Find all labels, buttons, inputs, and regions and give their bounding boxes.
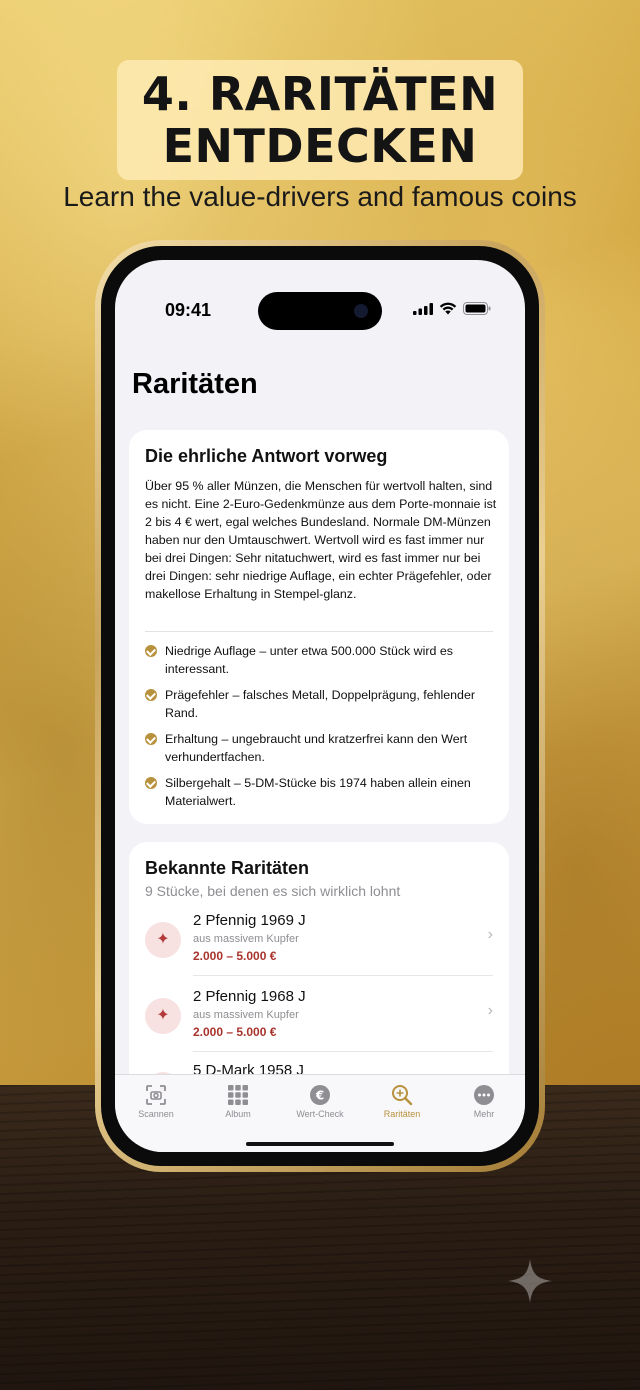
value-driver-text: Niedrige Auflage – unter etwa 500.000 St…	[165, 644, 453, 676]
camera-icon	[354, 304, 368, 318]
honest-answer-title: Die ehrliche Antwort vorweg	[145, 446, 388, 466]
check-icon	[145, 689, 157, 701]
known-rarities-title: Bekannte Raritäten	[145, 858, 310, 878]
tab-scannen[interactable]: Scannen	[115, 1083, 197, 1119]
check-icon	[145, 733, 157, 745]
value-driver-text: Silbergehalt – 5-DM-Stücke bis 1974 habe…	[165, 776, 471, 808]
sparkle-watermark-icon	[508, 1259, 552, 1303]
wifi-icon	[439, 302, 457, 315]
promo-subtitle: Learn the value-drivers and famous coins	[63, 181, 577, 212]
status-time: 09:41	[165, 300, 212, 320]
promo-title-line-2: ENTDECKEN	[162, 119, 478, 173]
row-divider	[193, 1051, 493, 1052]
more-icon	[474, 1085, 494, 1105]
check-icon	[145, 777, 157, 789]
magnifier-icon	[392, 1085, 413, 1106]
dynamic-island	[258, 292, 382, 330]
tab-label: Wert-Check	[296, 1109, 344, 1119]
chevron-right-icon: ›	[487, 926, 493, 943]
status-icons	[413, 302, 491, 315]
divider	[145, 631, 493, 632]
rarity-name: 2 Pfennig 1969 J	[193, 912, 306, 929]
value-driver-item: Niedrige Auflage – unter etwa 500.000 St…	[145, 642, 499, 678]
tab-label: Raritäten	[383, 1109, 421, 1119]
tab-label: Mehr	[473, 1109, 495, 1119]
promo-title-line-1: 4. RARITÄTEN	[141, 67, 499, 121]
value-driver-text: Erhaltung – ungebraucht und kratzerfrei …	[165, 732, 468, 764]
tab-bar: Scannen Album € Wert-Check Raritäten Meh…	[115, 1074, 525, 1152]
tab-label: Album	[225, 1109, 251, 1119]
tab-album[interactable]: Album	[197, 1083, 279, 1119]
honest-answer-card: Die ehrliche Antwort vorweg Über 95 % al…	[129, 430, 509, 824]
row-divider	[193, 975, 493, 976]
value-driver-list: Niedrige Auflage – unter etwa 500.000 St…	[145, 642, 499, 818]
phone-frame: 09:41 Raritäten Die ehrliche Antwort vor…	[95, 240, 545, 1172]
sparkle-icon: ✦	[145, 922, 181, 958]
home-indicator	[246, 1142, 394, 1146]
grid-icon	[228, 1085, 248, 1105]
value-driver-item: Erhaltung – ungebraucht und kratzerfrei …	[145, 730, 499, 766]
rarity-name: 2 Pfennig 1968 J	[193, 988, 306, 1005]
honest-answer-body: Über 95 % aller Münzen, die Menschen für…	[145, 479, 497, 601]
tab-raritaeten[interactable]: Raritäten	[361, 1083, 443, 1119]
promo-title-box: 4. RARITÄTEN ENTDECKEN	[117, 60, 523, 180]
phone-screen: 09:41 Raritäten Die ehrliche Antwort vor…	[115, 260, 525, 1152]
signal-icon	[413, 302, 433, 315]
value-driver-item: Prägefehler – falsches Metall, Doppelprä…	[145, 686, 499, 722]
tab-label: Scannen	[138, 1109, 174, 1119]
rarity-material: aus massivem Kupfer	[193, 933, 299, 945]
chevron-right-icon: ›	[487, 1002, 493, 1019]
sparkle-icon: ✦	[145, 998, 181, 1034]
tab-mehr[interactable]: Mehr	[443, 1083, 525, 1119]
tab-wert-check[interactable]: € Wert-Check	[279, 1083, 361, 1119]
rarity-price: 2.000 – 5.000 €	[193, 949, 277, 963]
camera-scan-icon	[146, 1085, 166, 1105]
battery-icon	[463, 302, 491, 315]
rarity-price: 2.000 – 5.000 €	[193, 1025, 277, 1039]
known-rarities-subtitle: 9 Stücke, bei denen es sich wirklich loh…	[145, 883, 401, 899]
euro-coin-icon: €	[310, 1085, 330, 1105]
rarity-material: aus massivem Kupfer	[193, 1009, 299, 1021]
value-driver-text: Prägefehler – falsches Metall, Doppelprä…	[165, 688, 475, 720]
value-driver-item: Silbergehalt – 5-DM-Stücke bis 1974 habe…	[145, 774, 499, 810]
svg-text:€: €	[315, 1089, 324, 1103]
check-icon	[145, 645, 157, 657]
page-title: Raritäten	[132, 368, 258, 400]
